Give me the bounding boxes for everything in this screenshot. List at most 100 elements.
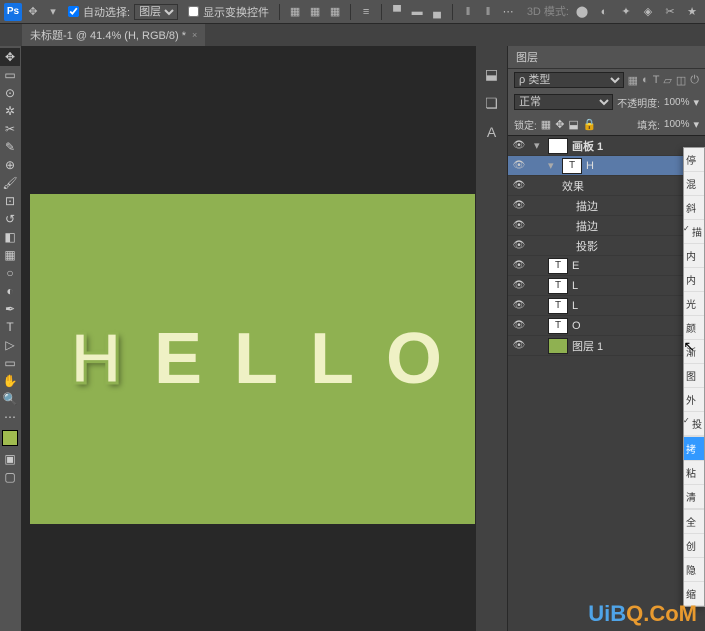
lasso-tool[interactable]: ⊙ [0,84,20,102]
context-menu-item[interactable]: 停 [684,148,704,172]
document-tab[interactable]: 未标题-1 @ 41.4% (H, RGB/8) * × [22,23,205,46]
context-menu-item[interactable]: 全 [684,510,704,534]
visibility-icon[interactable]: 👁 [512,300,526,311]
visibility-icon[interactable]: 👁 [512,180,526,191]
context-menu-item[interactable]: 外 [684,388,704,412]
layer-name[interactable]: 描边 [576,218,598,234]
layer-row[interactable]: 👁▾THfx ▾ [508,156,705,176]
chevron-down-icon[interactable]: ▾ [693,96,699,109]
context-menu-item[interactable]: 描 [684,220,704,244]
blend-mode-select[interactable]: 正常 [514,94,613,110]
visibility-icon[interactable]: 👁 [512,280,526,291]
twirl-icon[interactable]: ▾ [534,139,544,152]
layer-name[interactable]: 描边 [576,198,598,214]
distribute-icon[interactable]: ≡ [357,3,375,21]
opacity-value[interactable]: 100% [664,97,690,108]
align-left-icon[interactable]: ▦ [286,3,304,21]
show-transform-input[interactable] [188,6,199,17]
3d-icon[interactable]: ★ [683,3,701,21]
heal-tool[interactable]: ⊕ [0,156,20,174]
layer-name[interactable]: L [572,300,578,312]
shape-tool[interactable]: ▭ [0,354,20,372]
dodge-tool[interactable]: ◐ [0,282,20,300]
visibility-icon[interactable]: 👁 [512,200,526,211]
context-menu-item[interactable]: 光 [684,292,704,316]
context-menu-item[interactable]: 颜 [684,316,704,340]
layer-row[interactable]: 👁图层 1 [508,336,705,356]
layer-style-context-menu[interactable]: 停混斜描内内光颜渐图外投拷粘清全创隐缩 [683,147,705,607]
context-menu-item[interactable]: 清 [684,485,704,509]
visibility-icon[interactable]: 👁 [512,220,526,231]
layer-thumb[interactable]: T [562,158,582,174]
align-center-icon[interactable]: ▦ [306,3,324,21]
context-menu-item[interactable]: 创 [684,534,704,558]
dock-icon[interactable]: A [487,124,496,140]
layer-name[interactable]: 图层 1 [572,338,603,354]
layer-row[interactable]: 👁TL [508,296,705,316]
twirl-icon[interactable]: ▾ [548,159,558,172]
chevron-down-icon[interactable]: ▾ [693,118,699,131]
dropdown-icon[interactable]: ▾ [44,3,62,21]
layer-name[interactable]: 画板 1 [572,138,603,154]
filter-toggle-icon[interactable]: ⏻ [690,74,699,87]
stamp-tool[interactable]: ⊡ [0,192,20,210]
context-menu-item[interactable]: 图 [684,364,704,388]
context-menu-item[interactable]: 混 [684,172,704,196]
history-brush-tool[interactable]: ↺ [0,210,20,228]
filter-type-icon[interactable]: T [653,74,660,87]
visibility-icon[interactable]: 👁 [512,240,526,251]
layer-thumb[interactable] [548,338,568,354]
layer-thumb[interactable]: T [548,258,568,274]
context-menu-item[interactable]: 隐 [684,558,704,582]
layer-name[interactable]: O [572,320,581,332]
lock-position-icon[interactable]: ✥ [555,118,564,131]
filter-type-select[interactable]: ρ 类型 [514,72,624,88]
type-tool[interactable]: T [0,318,20,336]
layer-row[interactable]: 👁 描边 [508,196,705,216]
visibility-icon[interactable]: 👁 [512,320,526,331]
distribute-v-icon[interactable]: ‖ [459,3,477,21]
eraser-tool[interactable]: ◧ [0,228,20,246]
marquee-tool[interactable]: ▭ [0,66,20,84]
context-menu-item[interactable]: 粘 [684,461,704,485]
quickmask-tool[interactable]: ▣ [0,450,20,468]
pen-tool[interactable]: ✒ [0,300,20,318]
3d-icon[interactable]: ◐ [595,3,613,21]
crop-tool[interactable]: ✂ [0,120,20,138]
layers-list[interactable]: 👁▾画板 1👁▾THfx ▾👁效果👁描边👁描边👁投影👁TE👁TL👁TL👁TO👁图… [508,135,705,631]
show-transform-checkbox[interactable]: 显示变换控件 [188,4,269,20]
layer-row[interactable]: 👁 效果 [508,176,705,196]
layer-thumb[interactable]: T [548,318,568,334]
3d-icon[interactable]: ✂ [661,3,679,21]
layer-row[interactable]: 👁TL [508,276,705,296]
lock-artboard-icon[interactable]: ⬓ [568,118,578,131]
3d-icon[interactable]: ◈ [639,3,657,21]
layer-row[interactable]: 👁 TO [508,316,705,336]
letter-o[interactable]: O [386,318,442,400]
context-menu-item[interactable]: 内 [684,244,704,268]
distribute-h-icon[interactable]: ‖ [479,3,497,21]
zoom-tool[interactable]: 🔍 [0,390,20,408]
letter-h[interactable]: H [70,318,122,400]
dock-icon[interactable]: ❏ [485,95,498,112]
lock-all-icon[interactable]: 🔒 [583,118,597,131]
layer-row[interactable]: 👁▾画板 1 [508,136,705,156]
more-icon[interactable]: ⋯ [499,3,517,21]
layer-row[interactable]: 👁 投影 [508,236,705,256]
artboard[interactable]: H E L L O [30,194,475,524]
lock-pixels-icon[interactable]: ▦ [541,118,551,131]
layer-name[interactable]: 效果 [562,178,584,194]
3d-icon[interactable]: ✦ [617,3,635,21]
layer-name[interactable]: 投影 [576,238,598,254]
letter-l[interactable]: L [310,318,354,400]
auto-select-target[interactable]: 图层 [134,4,178,20]
edit-toolbar[interactable]: ⋯ [0,408,20,426]
move-tool[interactable]: ✥ [0,48,20,66]
visibility-icon[interactable]: 👁 [512,160,526,171]
layer-row[interactable]: 👁TE [508,256,705,276]
blur-tool[interactable]: ○ [0,264,20,282]
dock-icon[interactable]: ⬓ [485,66,498,83]
wand-tool[interactable]: ✲ [0,102,20,120]
hand-tool[interactable]: ✋ [0,372,20,390]
gradient-tool[interactable]: ▦ [0,246,20,264]
